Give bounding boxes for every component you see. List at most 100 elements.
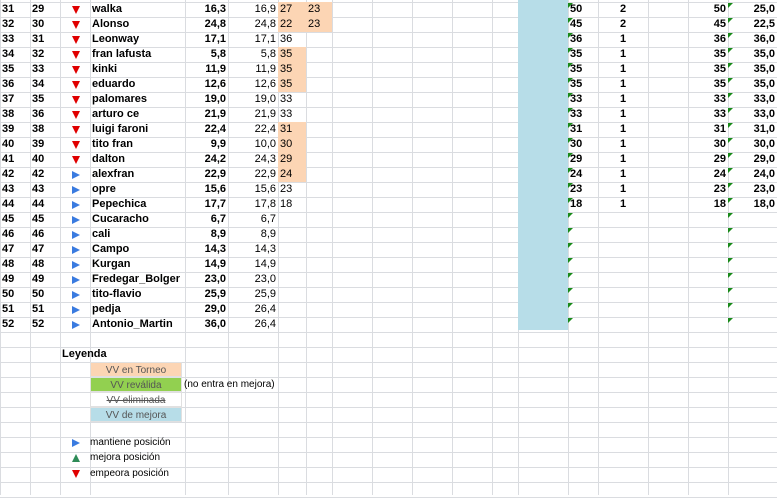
average-value[interactable]: 15,6 bbox=[185, 182, 228, 197]
player-name[interactable]: Kurgan bbox=[90, 257, 185, 272]
tournament-count[interactable]: 1 bbox=[598, 182, 648, 197]
average-value[interactable]: 8,9 bbox=[185, 227, 228, 242]
player-name[interactable]: opre bbox=[90, 182, 185, 197]
player-name[interactable]: walka bbox=[90, 2, 185, 17]
vv-value[interactable]: 22,4 bbox=[228, 122, 278, 137]
average-value[interactable]: 16,3 bbox=[185, 2, 228, 17]
vv-value[interactable]: 26,4 bbox=[228, 317, 278, 332]
tournament-count[interactable]: 2 bbox=[598, 2, 648, 17]
row-number[interactable]: 51 bbox=[0, 302, 30, 317]
player-name[interactable]: Cucaracho bbox=[90, 212, 185, 227]
row-number[interactable]: 44 bbox=[0, 197, 30, 212]
tournament-count[interactable]: 1 bbox=[598, 32, 648, 47]
previous-position[interactable]: 46 bbox=[30, 227, 60, 242]
vv-value[interactable]: 6,7 bbox=[228, 212, 278, 227]
vv-value[interactable]: 12,6 bbox=[228, 77, 278, 92]
vv-value[interactable]: 5,8 bbox=[228, 47, 278, 62]
average-value[interactable]: 36,0 bbox=[185, 317, 228, 332]
count-value-2[interactable]: 45 bbox=[688, 17, 728, 32]
vv-value[interactable]: 8,9 bbox=[228, 227, 278, 242]
tournament-count[interactable]: 1 bbox=[598, 122, 648, 137]
previous-position[interactable]: 49 bbox=[30, 272, 60, 287]
vv-value[interactable]: 23,0 bbox=[228, 272, 278, 287]
tournament-count[interactable]: 1 bbox=[598, 137, 648, 152]
player-name[interactable]: kinki bbox=[90, 62, 185, 77]
torneo-value[interactable]: 33 bbox=[278, 107, 306, 122]
previous-position[interactable]: 44 bbox=[30, 197, 60, 212]
previous-position[interactable]: 51 bbox=[30, 302, 60, 317]
row-number[interactable]: 47 bbox=[0, 242, 30, 257]
previous-position[interactable]: 31 bbox=[30, 32, 60, 47]
row-number[interactable]: 40 bbox=[0, 137, 30, 152]
player-name[interactable]: cali bbox=[90, 227, 185, 242]
torneo-value[interactable]: 23 bbox=[278, 182, 306, 197]
previous-position[interactable]: 47 bbox=[30, 242, 60, 257]
torneo-value[interactable]: 24 bbox=[278, 167, 306, 182]
ratio-value[interactable]: 33,0 bbox=[728, 107, 777, 122]
row-number[interactable]: 49 bbox=[0, 272, 30, 287]
player-name[interactable]: fran lafusta bbox=[90, 47, 185, 62]
row-number[interactable]: 41 bbox=[0, 152, 30, 167]
torneo-value-2[interactable]: 23 bbox=[306, 17, 332, 32]
ratio-value[interactable]: 23,0 bbox=[728, 182, 777, 197]
count-value-2[interactable]: 30 bbox=[688, 137, 728, 152]
row-number[interactable]: 42 bbox=[0, 167, 30, 182]
torneo-value[interactable]: 30 bbox=[278, 137, 306, 152]
ratio-value[interactable]: 25,0 bbox=[728, 2, 777, 17]
count-value-2[interactable]: 31 bbox=[688, 122, 728, 137]
legend-revalida[interactable]: VV reválida bbox=[90, 377, 182, 392]
count-value-2[interactable]: 18 bbox=[688, 197, 728, 212]
player-name[interactable]: tito-flavio bbox=[90, 287, 185, 302]
average-value[interactable]: 11,9 bbox=[185, 62, 228, 77]
vv-value[interactable]: 11,9 bbox=[228, 62, 278, 77]
torneo-value[interactable]: 29 bbox=[278, 152, 306, 167]
ratio-value[interactable]: 29,0 bbox=[728, 152, 777, 167]
previous-position[interactable]: 45 bbox=[30, 212, 60, 227]
row-number[interactable]: 36 bbox=[0, 77, 30, 92]
average-value[interactable]: 14,3 bbox=[185, 242, 228, 257]
count-value-2[interactable]: 29 bbox=[688, 152, 728, 167]
vv-value[interactable]: 17,1 bbox=[228, 32, 278, 47]
row-number[interactable]: 48 bbox=[0, 257, 30, 272]
row-number[interactable]: 32 bbox=[0, 17, 30, 32]
average-value[interactable]: 17,1 bbox=[185, 32, 228, 47]
previous-position[interactable]: 48 bbox=[30, 257, 60, 272]
average-value[interactable]: 5,8 bbox=[185, 47, 228, 62]
average-value[interactable]: 21,9 bbox=[185, 107, 228, 122]
previous-position[interactable]: 39 bbox=[30, 137, 60, 152]
ratio-value[interactable]: 30,0 bbox=[728, 137, 777, 152]
legend-title[interactable]: Leyenda bbox=[60, 347, 120, 362]
player-name[interactable]: tito fran bbox=[90, 137, 185, 152]
vv-value[interactable]: 14,3 bbox=[228, 242, 278, 257]
row-number[interactable]: 50 bbox=[0, 287, 30, 302]
average-value[interactable]: 22,9 bbox=[185, 167, 228, 182]
previous-position[interactable]: 42 bbox=[30, 167, 60, 182]
row-number[interactable]: 35 bbox=[0, 62, 30, 77]
row-number[interactable]: 45 bbox=[0, 212, 30, 227]
previous-position[interactable]: 29 bbox=[30, 2, 60, 17]
average-value[interactable]: 25,9 bbox=[185, 287, 228, 302]
legend-mejora-posicion[interactable]: mejora posición bbox=[88, 450, 208, 465]
vv-value[interactable]: 15,6 bbox=[228, 182, 278, 197]
legend-mejora[interactable]: VV de mejora bbox=[90, 407, 182, 422]
tournament-count[interactable]: 1 bbox=[598, 47, 648, 62]
player-name[interactable]: eduardo bbox=[90, 77, 185, 92]
count-value-2[interactable]: 35 bbox=[688, 77, 728, 92]
previous-position[interactable]: 30 bbox=[30, 17, 60, 32]
row-number[interactable]: 43 bbox=[0, 182, 30, 197]
average-value[interactable]: 6,7 bbox=[185, 212, 228, 227]
row-number[interactable]: 37 bbox=[0, 92, 30, 107]
torneo-value[interactable]: 31 bbox=[278, 122, 306, 137]
count-value-2[interactable]: 24 bbox=[688, 167, 728, 182]
count-value-2[interactable]: 36 bbox=[688, 32, 728, 47]
previous-position[interactable]: 34 bbox=[30, 77, 60, 92]
average-value[interactable]: 17,7 bbox=[185, 197, 228, 212]
average-value[interactable]: 12,6 bbox=[185, 77, 228, 92]
count-value-2[interactable]: 35 bbox=[688, 47, 728, 62]
player-name[interactable]: palomares bbox=[90, 92, 185, 107]
vv-value[interactable]: 17,8 bbox=[228, 197, 278, 212]
count-value-2[interactable]: 33 bbox=[688, 92, 728, 107]
legend-revalida-note[interactable]: (no entra en mejora) bbox=[182, 377, 282, 392]
average-value[interactable]: 24,8 bbox=[185, 17, 228, 32]
torneo-value[interactable]: 18 bbox=[278, 197, 306, 212]
